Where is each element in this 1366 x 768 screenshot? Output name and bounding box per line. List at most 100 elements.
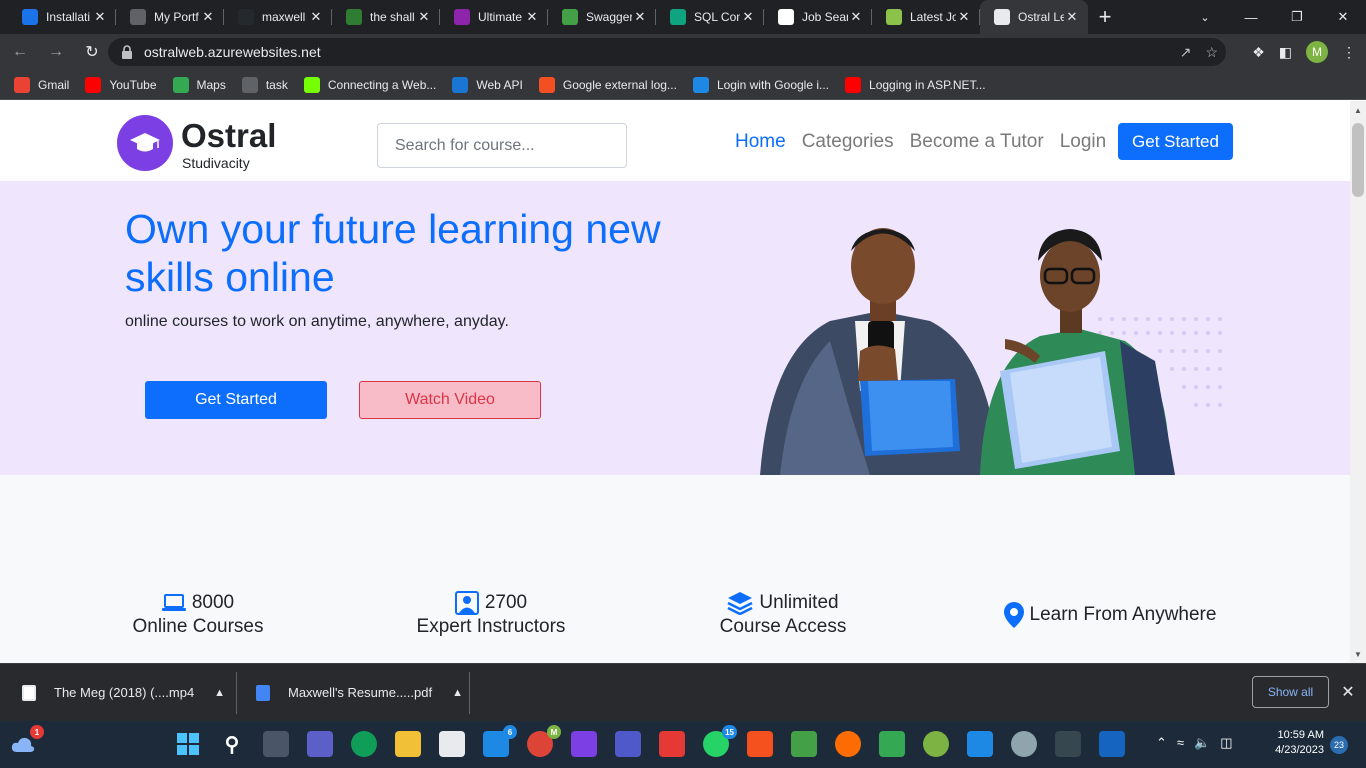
bookmark-item[interactable]: Connecting a Web...	[303, 76, 436, 93]
watch-video-button[interactable]: Watch Video	[359, 381, 541, 419]
tab-search-icon[interactable]: ⌄	[1190, 0, 1220, 34]
battery-icon[interactable]: ◫	[1220, 735, 1232, 751]
close-tab-icon[interactable]: ✕	[632, 9, 648, 25]
brand-name[interactable]: Ostral	[181, 117, 276, 155]
postman-icon[interactable]	[835, 731, 861, 757]
hero-section: Own your future learning new skills onli…	[0, 181, 1350, 475]
volume-icon[interactable]: 🔈	[1194, 735, 1210, 751]
forward-icon[interactable]: →	[40, 36, 72, 68]
divider	[469, 672, 470, 714]
terminal-icon[interactable]	[1055, 731, 1081, 757]
edge-icon[interactable]	[351, 731, 377, 757]
vscode-icon[interactable]	[967, 731, 993, 757]
share-icon[interactable]: ↗	[1180, 44, 1192, 61]
browser-tab[interactable]: Job Sear ✕	[764, 0, 872, 34]
whatsapp-icon[interactable]: 15	[703, 725, 737, 757]
settings-gear-icon[interactable]	[1011, 731, 1037, 757]
notifications-badge[interactable]: 23	[1330, 736, 1348, 754]
chevron-up-icon[interactable]: ⌃	[1156, 735, 1167, 751]
chrome-icon[interactable]: M	[527, 725, 561, 757]
close-tab-icon[interactable]: ✕	[308, 9, 324, 25]
close-tab-icon[interactable]: ✕	[524, 9, 540, 25]
bookmark-star-icon[interactable]: ☆	[1205, 44, 1218, 61]
wifi-icon[interactable]: ≈	[1177, 735, 1184, 751]
browser-tab[interactable]: maxwell ✕	[224, 0, 332, 34]
close-shelf-icon[interactable]: ✕	[1338, 676, 1358, 708]
close-window-icon[interactable]: ✕	[1320, 0, 1366, 34]
browser-tab[interactable]: Swagger ✕	[548, 0, 656, 34]
bookmark-item[interactable]: task	[241, 76, 288, 93]
mail-icon[interactable]: 6	[483, 725, 517, 757]
browser-tab[interactable]: the shall ✕	[332, 0, 440, 34]
close-tab-icon[interactable]: ✕	[200, 9, 216, 25]
chat-icon[interactable]	[307, 731, 333, 757]
new-tab-button[interactable]: +	[1088, 0, 1122, 34]
nav-link-home[interactable]: Home	[735, 131, 786, 153]
course-search-input[interactable]	[377, 123, 627, 168]
side-panel-icon[interactable]: ◧	[1279, 44, 1292, 61]
git-icon[interactable]	[659, 731, 685, 757]
browser-tab[interactable]: Installati ✕	[8, 0, 116, 34]
bookmark-item[interactable]: Gmail	[14, 76, 69, 93]
anydesk-icon[interactable]	[747, 731, 773, 757]
header-get-started-button[interactable]: Get Started	[1118, 123, 1233, 160]
close-tab-icon[interactable]: ✕	[1064, 9, 1080, 25]
browser-tab[interactable]: My Portf ✕	[116, 0, 224, 34]
extensions-icon[interactable]: ❖	[1252, 44, 1265, 61]
close-tab-icon[interactable]: ✕	[416, 9, 432, 25]
nav-link-categories[interactable]: Categories	[802, 131, 894, 153]
scroll-down-icon[interactable]: ▼	[1350, 647, 1366, 661]
browser-tab[interactable]: Latest Jo ✕	[872, 0, 980, 34]
chevron-up-icon[interactable]: ▲	[214, 687, 225, 699]
menu-icon[interactable]: ⋮	[1342, 44, 1356, 61]
system-clock[interactable]: 10:59 AM 4/23/2023	[1264, 728, 1324, 758]
visual-studio-icon[interactable]	[571, 731, 597, 757]
browser-tab[interactable]: Ultimate ✕	[440, 0, 548, 34]
meet-icon[interactable]	[879, 731, 905, 757]
scroll-up-icon[interactable]: ▲	[1350, 103, 1366, 117]
reload-icon[interactable]: ↻	[76, 36, 108, 68]
download-item[interactable]: The Meg (2018) (....mp4 ▲	[22, 664, 225, 721]
close-tab-icon[interactable]: ✕	[92, 9, 108, 25]
bookmark-item[interactable]: Google external log...	[538, 76, 677, 93]
nav-link-login[interactable]: Login	[1060, 131, 1107, 153]
search-icon[interactable]: ⚲	[219, 731, 245, 757]
teams-icon[interactable]	[615, 731, 641, 757]
excel-icon[interactable]	[791, 731, 817, 757]
chrome-profile-badge: M	[547, 725, 561, 739]
close-tab-icon[interactable]: ✕	[740, 9, 756, 25]
feature-value: 2700	[484, 592, 528, 613]
browser-tab[interactable]: SQL Con ✕	[656, 0, 764, 34]
task-view-icon[interactable]	[263, 731, 289, 757]
bookmark-item[interactable]: YouTube	[85, 76, 157, 93]
browser-tab[interactable]: Ostral Le ✕	[980, 0, 1088, 34]
bookmark-item[interactable]: Maps	[172, 76, 226, 93]
chevron-up-icon[interactable]: ▲	[452, 687, 463, 699]
minimize-icon[interactable]: —	[1228, 0, 1274, 34]
profile-avatar[interactable]: M	[1306, 41, 1328, 63]
nav-link-become-a-tutor[interactable]: Become a Tutor	[910, 131, 1044, 153]
hero-get-started-button[interactable]: Get Started	[145, 381, 327, 419]
download-item[interactable]: Maxwell's Resume.....pdf ▲	[256, 664, 463, 721]
page-scrollbar[interactable]: ▲ ▼	[1350, 101, 1366, 663]
page-icon	[994, 9, 1010, 25]
close-tab-icon[interactable]: ✕	[956, 9, 972, 25]
close-tab-icon[interactable]: ✕	[848, 9, 864, 25]
logo[interactable]	[117, 115, 173, 171]
back-icon[interactable]: ←	[4, 36, 36, 68]
bookmark-item[interactable]: Login with Google i...	[692, 76, 829, 93]
restore-icon[interactable]: ❐	[1274, 0, 1320, 34]
download-shelf: The Meg (2018) (....mp4 ▲ Maxwell's Resu…	[0, 663, 1366, 721]
file-explorer-icon[interactable]	[395, 731, 421, 757]
scroll-thumb[interactable]	[1352, 123, 1364, 197]
show-all-button[interactable]: Show all	[1252, 676, 1329, 708]
address-bar[interactable]: ostralweb.azurewebsites.net ↗ ☆	[108, 38, 1226, 66]
remote-app-icon[interactable]	[1099, 731, 1125, 757]
bookmark-item[interactable]: Logging in ASP.NET...	[845, 76, 986, 93]
graduation-cap-icon	[130, 133, 160, 152]
weather-icon[interactable]: 1	[10, 725, 44, 757]
bookmark-item[interactable]: Web API	[452, 76, 523, 93]
windows-start-icon[interactable]	[175, 731, 201, 757]
store-icon[interactable]	[439, 731, 465, 757]
utorrent-icon[interactable]	[923, 731, 949, 757]
